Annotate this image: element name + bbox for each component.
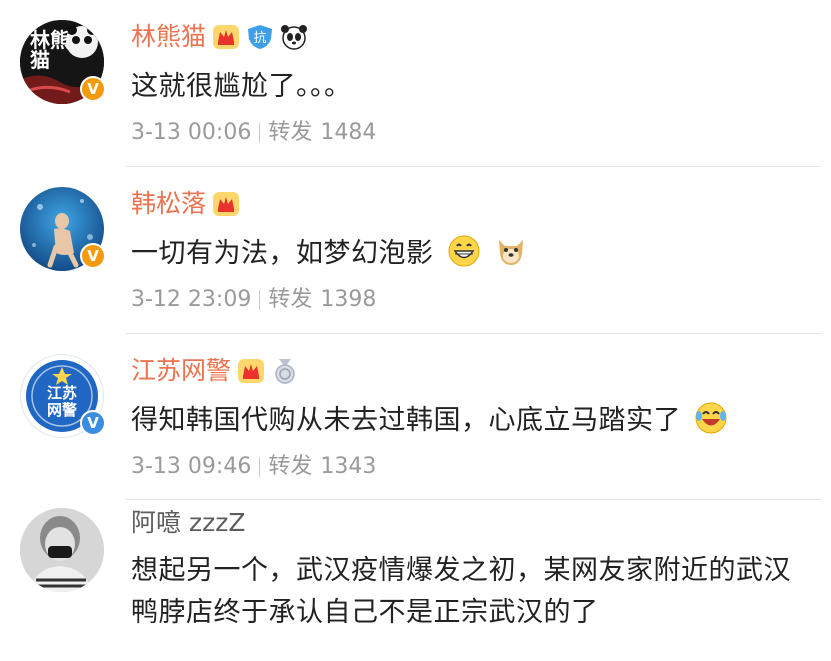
comment-time: 3-13 00:06: [131, 120, 252, 145]
comment-feed: 林熊猫 V 林熊猫 抗 这就很尴尬了。。。 3-13 00:06 转发 1484…: [0, 0, 831, 661]
comment-meta: 3-13 09:46 转发 1343: [131, 453, 376, 481]
comment-username-row: 林熊猫 抗: [131, 22, 308, 52]
repost-button[interactable]: 转发: [268, 453, 312, 481]
comment-time: 3-12 23:09: [131, 287, 252, 312]
anti-badge-icon: 抗: [248, 25, 273, 49]
person-avatar-art: [20, 508, 104, 592]
comment-divider: [126, 499, 821, 500]
comment-username-row: 江苏网警: [131, 356, 299, 386]
repost-count: 1398: [320, 287, 377, 312]
comment-text: 一切有为法，如梦幻泡影: [131, 238, 434, 269]
avatar-text-line: 江苏: [46, 384, 77, 402]
avatar-calligraphy: 林熊猫: [30, 28, 70, 72]
avatar-container[interactable]: 林熊猫 V: [20, 20, 106, 104]
comment-username-row: 韩松落: [131, 189, 240, 219]
comment-username-row: 阿噫 zzzZ: [131, 508, 245, 538]
username[interactable]: 韩松落: [131, 189, 206, 219]
comment-text: 这就很尴尬了。。。: [131, 71, 352, 102]
comment-divider: [126, 166, 821, 167]
comment-meta: 3-12 23:09 转发 1398: [131, 286, 376, 314]
avatar-container[interactable]: [20, 508, 104, 592]
repost-button[interactable]: 转发: [268, 119, 312, 147]
username[interactable]: 江苏网警: [131, 356, 231, 386]
meta-divider: [259, 290, 261, 310]
repost-button[interactable]: 转发: [268, 286, 312, 314]
crown-icon: [213, 25, 240, 49]
verified-badge-icon: V: [80, 410, 106, 436]
panda-icon: [281, 25, 308, 50]
comment-text-row: 一切有为法，如梦幻泡影: [131, 233, 811, 275]
comment-text: 想起另一个，武汉疫情爆发之初，某网友家附近的武汉鸭脖店终于承认自己不是正宗武汉的…: [131, 555, 791, 628]
comment-time: 3-13 09:46: [131, 454, 252, 479]
laugh-cry-emoji: [695, 402, 727, 434]
grin-emoji: [448, 235, 480, 267]
comment-text: 得知韩国代购从未去过韩国，心底立马踏实了: [131, 405, 681, 436]
avatar-container[interactable]: 江苏 网警 V: [20, 354, 106, 438]
repost-count: 1343: [320, 454, 377, 479]
avatar[interactable]: [20, 508, 104, 592]
verified-badge-icon: V: [80, 76, 106, 102]
avatar-container[interactable]: V: [20, 187, 106, 271]
verified-badge-icon: V: [80, 243, 106, 269]
medal-icon: [275, 359, 295, 384]
repost-count: 1484: [320, 120, 377, 145]
username[interactable]: 林熊猫: [131, 22, 206, 52]
doge-emoji: [498, 240, 523, 265]
meta-divider: [259, 457, 261, 477]
comment-divider: [126, 333, 821, 334]
crown-icon: [238, 359, 265, 383]
comment-text-row: 得知韩国代购从未去过韩国，心底立马踏实了: [131, 400, 811, 442]
meta-divider: [259, 123, 261, 143]
crown-icon: [213, 192, 240, 216]
svg-text:抗: 抗: [254, 31, 267, 46]
username[interactable]: 阿噫 zzzZ: [131, 508, 245, 538]
comment-meta: 3-13 00:06 转发 1484: [131, 119, 376, 147]
